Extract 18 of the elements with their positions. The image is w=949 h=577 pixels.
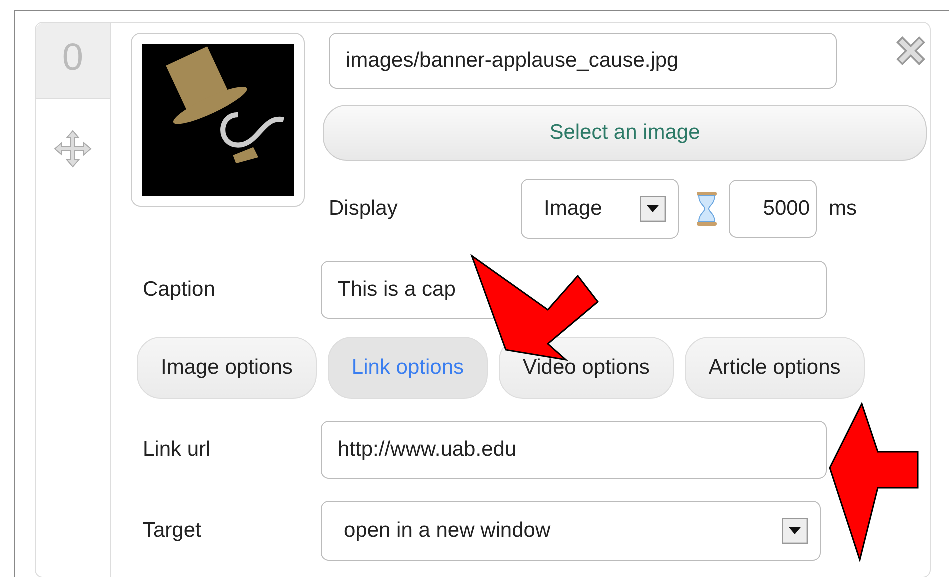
select-image-button[interactable]: Select an image: [323, 105, 927, 161]
hourglass-icon: [695, 191, 719, 227]
duration-field[interactable]: 5000: [729, 180, 817, 238]
image-path-field[interactable]: images/banner-applause_cause.jpg: [329, 33, 837, 89]
unit-label: ms: [829, 197, 857, 221]
field-label: Display: [329, 197, 399, 221]
field-label: Target: [142, 519, 202, 543]
options-tab[interactable]: Video options: [499, 337, 674, 399]
field-label: Link url: [142, 438, 212, 462]
options-tab[interactable]: Image options: [137, 337, 317, 399]
move-handle-icon[interactable]: [53, 129, 93, 169]
dropdown-caret-icon[interactable]: [640, 196, 666, 222]
display-dropdown[interactable]: Image: [521, 179, 679, 239]
target-dropdown[interactable]: open in a new window: [321, 501, 821, 561]
link-url-field[interactable]: http://www.uab.edu: [321, 421, 827, 479]
dropdown-caret-icon[interactable]: [782, 518, 808, 544]
options-tab[interactable]: Article options: [684, 337, 865, 399]
field-label: Caption: [142, 278, 216, 302]
